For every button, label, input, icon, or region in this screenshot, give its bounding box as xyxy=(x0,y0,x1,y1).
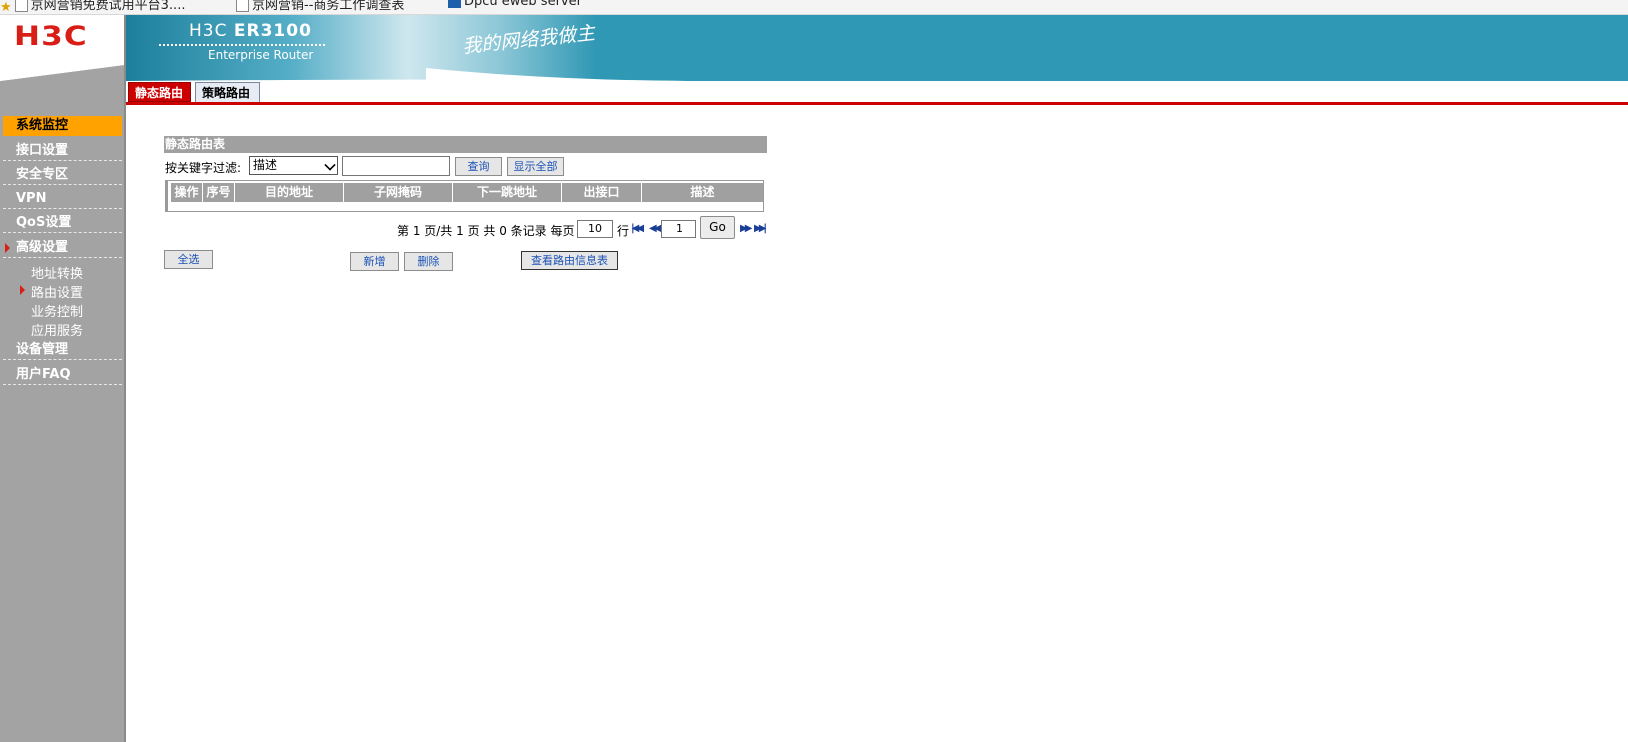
sidebar-item-faq[interactable]: 用户FAQ xyxy=(3,365,122,385)
chevron-down-icon xyxy=(324,159,336,171)
bookmark-item[interactable]: 京网营销--商务工作调查表 xyxy=(236,0,404,13)
query-button[interactable]: 查询 xyxy=(455,157,502,176)
rows-unit-label: 行 xyxy=(617,224,630,238)
banner-curve xyxy=(126,68,1628,82)
sidebar-subitem-nat[interactable]: 地址转换 xyxy=(31,263,83,282)
table-header: 操作 序号 目的地址 子网掩码 下一跳地址 出接口 描述 xyxy=(171,183,763,202)
sidebar-item-advanced[interactable]: 高级设置 xyxy=(3,238,122,258)
star-icon: ★ xyxy=(0,0,12,15)
bookmarks-bar: ★ 京网营销免费试用平台3.... 京网营销--商务工作调查表 Dpcu eweb… xyxy=(0,0,1628,15)
sidebar-item-vpn[interactable]: VPN xyxy=(3,189,122,209)
logo-divider xyxy=(0,63,124,83)
pagination: 第 1 页/共 1 页 共 0 条记录 每页 10 行 |◀◀ ◀◀ 1 Go … xyxy=(397,216,767,242)
page-icon xyxy=(14,0,28,12)
sidebar-item-interface[interactable]: 接口设置 xyxy=(3,141,122,161)
column-header: 下一跳地址 xyxy=(453,183,562,202)
sidebar-item-system-monitor[interactable]: 系统监控 xyxy=(3,116,122,136)
sidebar: H3C 系统监控 接口设置 安全专区 VPN QoS设置 高级设置 地址转换 路… xyxy=(0,15,126,742)
filter-keyword-input[interactable] xyxy=(342,156,450,176)
next-page-icon[interactable]: ▶▶ xyxy=(740,223,753,234)
sidebar-item-security[interactable]: 安全专区 xyxy=(3,165,122,185)
model-subtitle: Enterprise Router xyxy=(208,48,314,62)
tab-static-route[interactable]: 静态路由 xyxy=(128,82,191,102)
model-title: H3C ER3100 xyxy=(189,21,312,41)
current-arrow-icon xyxy=(20,285,25,295)
column-header: 操作 xyxy=(171,183,203,202)
rows-per-page-input[interactable]: 10 xyxy=(577,220,613,238)
sidebar-item-qos[interactable]: QoS设置 xyxy=(3,213,122,233)
page-icon xyxy=(236,0,249,12)
column-header: 目的地址 xyxy=(235,183,344,202)
sidebar-subitem-routing[interactable]: 路由设置 xyxy=(20,282,83,301)
app-icon xyxy=(448,0,461,8)
expand-arrow-icon xyxy=(5,243,10,253)
route-table: 操作 序号 目的地址 子网掩码 下一跳地址 出接口 描述 xyxy=(165,180,764,212)
prev-page-icon[interactable]: ◀◀ xyxy=(649,223,662,234)
page-number-input[interactable]: 1 xyxy=(661,220,696,238)
sidebar-subitem-service-control[interactable]: 业务控制 xyxy=(31,301,83,320)
filter-field-select[interactable]: 描述 xyxy=(249,156,338,175)
show-all-button[interactable]: 显示全部 xyxy=(507,157,564,176)
sidebar-item-device-management[interactable]: 设备管理 xyxy=(3,340,122,360)
panel-title: 静态路由表 xyxy=(164,136,767,153)
sidebar-subitem-app-service[interactable]: 应用服务 xyxy=(31,320,83,339)
column-header: 出接口 xyxy=(562,183,642,202)
select-all-button[interactable]: 全选 xyxy=(164,250,213,269)
model-divider xyxy=(159,44,325,46)
tab-policy-route[interactable]: 策略路由 xyxy=(195,82,260,102)
pagination-summary: 第 1 页/共 1 页 共 0 条记录 每页 xyxy=(397,224,575,238)
column-header: 序号 xyxy=(203,183,235,202)
filter-label: 按关键字过滤: xyxy=(165,161,242,175)
last-page-icon[interactable]: ▶▶| xyxy=(754,223,767,234)
add-button[interactable]: 新增 xyxy=(350,252,399,271)
tab-bar: 静态路由 策略路由 xyxy=(126,81,1628,106)
column-header: 子网掩码 xyxy=(344,183,453,202)
delete-button[interactable]: 删除 xyxy=(404,252,453,271)
bookmark-item[interactable]: Dpcu eweb server xyxy=(448,0,582,9)
bookmark-item[interactable]: ★ 京网营销免费试用平台3.... xyxy=(0,0,185,15)
go-button[interactable]: Go xyxy=(700,216,735,239)
first-page-icon[interactable]: |◀◀ xyxy=(631,223,644,234)
column-header: 描述 xyxy=(642,183,763,202)
view-route-table-button[interactable]: 查看路由信息表 xyxy=(521,251,618,270)
brand-logo: H3C xyxy=(14,21,88,52)
tab-underline xyxy=(126,102,1628,105)
